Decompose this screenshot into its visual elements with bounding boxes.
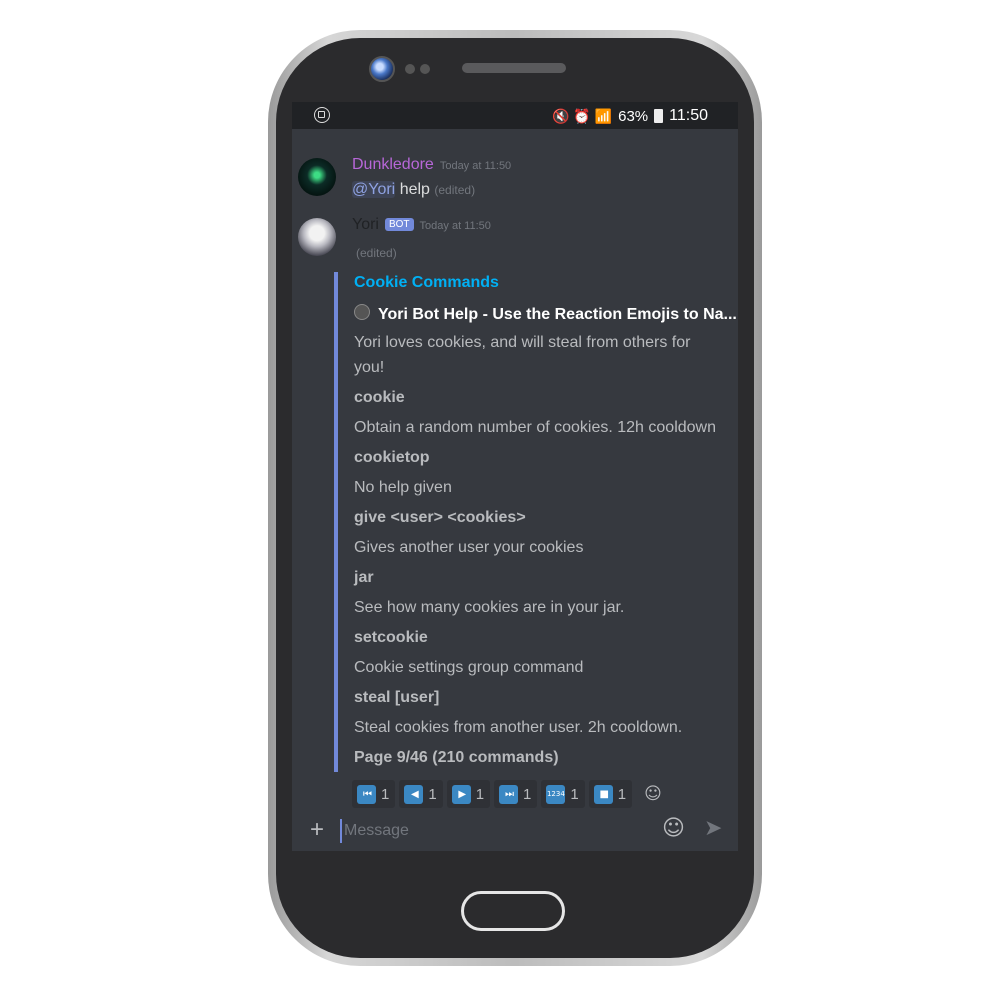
reaction-bar: ⏮ 1 ◀ 1 ▶ 1 ⏭ 1 1234 1 ■ 1 ☺ [352,780,662,808]
stop-icon: ■ [593,784,613,804]
previous-page-icon: ◀ [404,784,424,804]
reaction-count: 1 [617,785,627,803]
sensor-dot [420,64,430,74]
screen: 🔇 ⏰ 📶 63% 11:50 Dunkledore Today at 11:50… [292,102,738,851]
field-value: No help given [354,479,452,496]
bot-badge: BOT [384,218,414,231]
whatsapp-icon [314,107,330,123]
reaction-first[interactable]: ⏮ 1 [352,780,396,808]
input-numbers-icon: 1234 [546,784,566,804]
edited-label: (edited) [356,246,397,260]
reaction-stop[interactable]: ■ 1 [588,780,633,808]
message-composer: + ☺ ➤ [292,810,738,851]
emoji-icon[interactable]: ☺ [662,816,685,841]
field-value: Obtain a random number of cookies. 12h c… [354,419,716,436]
author-name[interactable]: Yori [352,216,379,233]
add-reaction-icon[interactable]: ☺ [644,784,662,804]
edited-label: (edited) [434,183,476,197]
reaction-previous[interactable]: ◀ 1 [399,780,443,808]
reaction-last[interactable]: ⏭ 1 [494,780,538,808]
clock: 11:50 [669,107,708,124]
first-page-icon: ⏮ [357,784,376,804]
user-mention[interactable]: @Yori [352,181,396,198]
send-icon[interactable]: ➤ [704,816,722,841]
home-button[interactable] [461,891,565,931]
message-content: @Yori help (edited) [352,181,475,199]
rich-embed: Cookie Commands Yori Bot Help - Use the … [334,272,738,772]
front-camera [369,56,395,82]
last-page-icon: ⏭ [499,784,519,804]
field-name: cookie [354,389,405,406]
embed-title[interactable]: Cookie Commands [354,274,499,292]
battery-percent: 63% [618,107,649,125]
message-text: help [399,181,430,198]
field-value: Cookie settings group command [354,659,584,676]
message-input[interactable] [340,819,646,843]
embed-footer: Page 9/46 (210 commands) [354,749,559,766]
embed-description-line: Yori loves cookies, and will steal from … [354,334,691,351]
field-name: give <user> <cookies> [354,509,526,526]
timestamp: Today at 11:50 [419,220,491,232]
reaction-count: 1 [570,785,579,803]
reaction-count: 1 [475,785,485,803]
timestamp: Today at 11:50 [439,160,512,172]
field-name: steal [user] [354,689,440,706]
field-name: cookietop [354,449,430,466]
embed-description-line: you! [354,359,385,376]
reaction-next[interactable]: ▶ 1 [446,780,491,808]
plus-icon[interactable]: + [310,816,324,844]
embed-author-icon [354,304,370,320]
status-icons: 🔇 ⏰ 📶 [552,108,613,124]
field-value: Steal cookies from another user. 2h cool… [354,719,683,736]
reaction-count: 1 [523,785,532,803]
reaction-count: 1 [428,785,437,803]
embed-author: Yori Bot Help - Use the Reaction Emojis … [378,306,737,323]
reaction-numbers[interactable]: 1234 1 [541,780,585,808]
next-page-icon: ▶ [451,784,471,804]
field-name: jar [354,569,374,586]
field-value: See how many cookies are in your jar. [354,599,625,616]
sensor-dot [405,64,415,74]
reaction-count: 1 [381,785,390,803]
earpiece-speaker [462,63,566,73]
status-bar: 🔇 ⏰ 📶 63% 11:50 [292,102,738,129]
field-name: setcookie [354,629,428,646]
battery-icon [654,109,664,123]
author-name[interactable]: Dunkledore [352,156,434,173]
avatar[interactable] [298,158,336,196]
field-value: Gives another user your cookies [354,539,584,556]
avatar[interactable] [298,218,336,256]
